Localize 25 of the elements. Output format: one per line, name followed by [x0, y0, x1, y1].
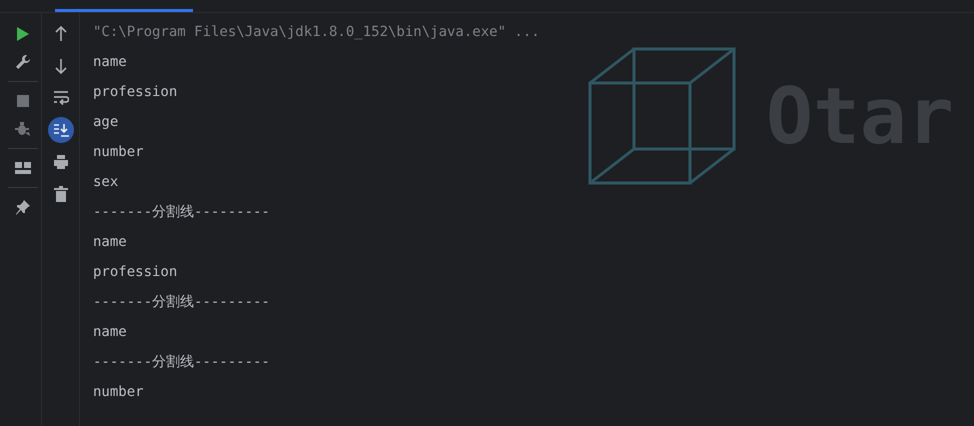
trash-icon[interactable]: [54, 186, 68, 202]
console-output: -------分割线---------: [93, 354, 270, 370]
stop-icon[interactable]: [16, 95, 28, 107]
pin-icon[interactable]: [14, 199, 30, 215]
console-output: name: [93, 234, 127, 250]
command-line: "C:\Program Files\Java\jdk1.8.0_152\bin\java.exe" ...: [93, 24, 540, 40]
arrow-down-icon[interactable]: [54, 58, 66, 74]
arrow-up-icon[interactable]: [54, 26, 66, 42]
console-output: name: [93, 324, 127, 340]
run-icon[interactable]: [16, 26, 30, 42]
console-output: sex: [93, 174, 118, 190]
console-output: -------分割线---------: [93, 294, 270, 310]
console-output: -------分割线---------: [93, 204, 270, 220]
bug-icon[interactable]: [14, 121, 30, 137]
console-output: age: [93, 114, 118, 130]
console-output: number: [93, 144, 144, 160]
layout-icon[interactable]: [14, 162, 30, 174]
soft-wrap-icon[interactable]: [52, 90, 68, 106]
wrench-icon[interactable]: [14, 54, 30, 70]
console-output: name: [93, 54, 127, 70]
printer-icon[interactable]: [52, 154, 68, 170]
console-output: number: [93, 384, 144, 400]
scroll-to-end-icon[interactable]: [52, 123, 68, 137]
console-output: profession: [93, 264, 178, 280]
console-output: profession: [93, 84, 178, 100]
